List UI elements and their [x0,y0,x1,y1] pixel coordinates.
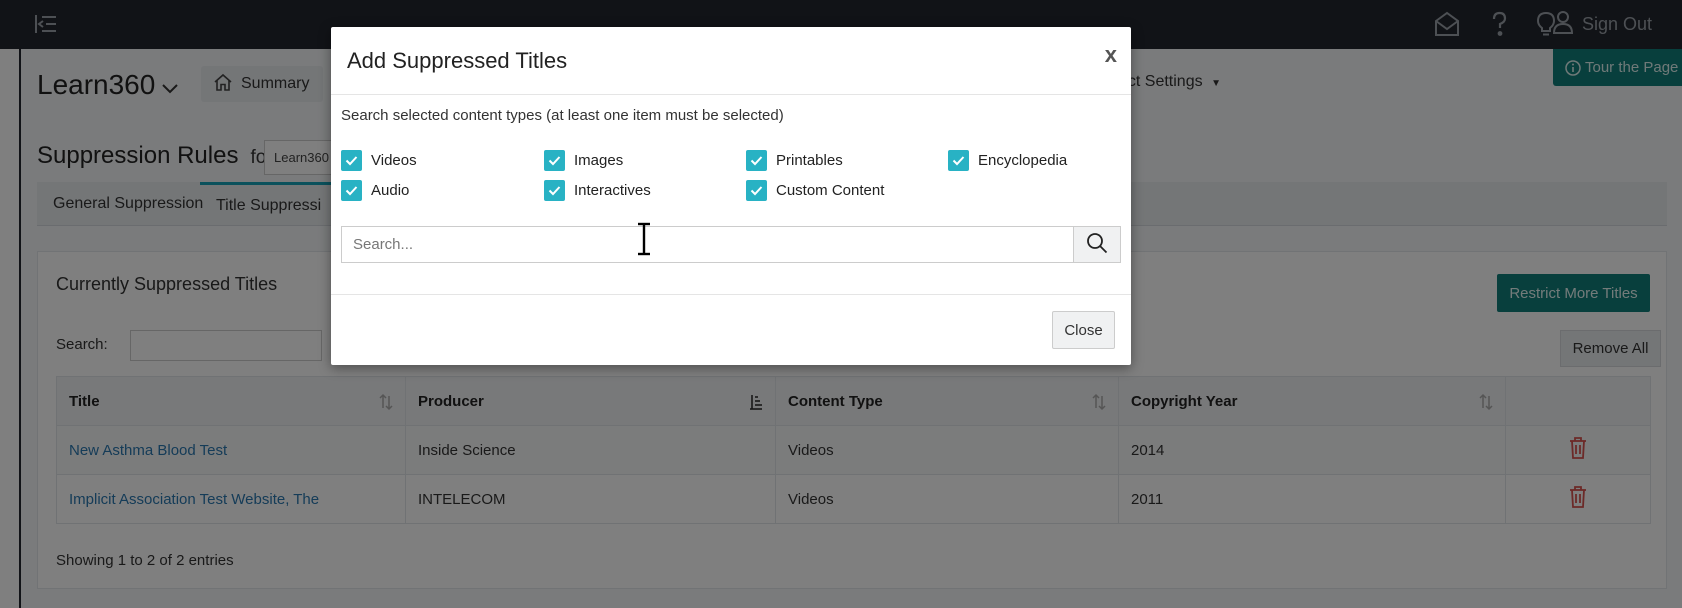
checkbox-custom-content[interactable]: Custom Content [746,180,884,201]
checkbox-images[interactable]: Images [544,150,623,171]
content-type-instruction: Search selected content types (at least … [341,107,784,124]
search-button[interactable] [1074,226,1121,263]
modal-header: Add Suppressed Titles x [331,27,1131,95]
checkbox-label: Videos [371,152,417,169]
text-cursor-icon [636,222,652,256]
close-icon[interactable]: x [1105,44,1117,66]
search-icon [1086,232,1108,258]
checkbox-label: Printables [776,152,843,169]
checkbox-printables[interactable]: Printables [746,150,843,171]
checkbox-interactives[interactable]: Interactives [544,180,651,201]
checkbox-audio[interactable]: Audio [341,180,409,201]
checkbox-label: Custom Content [776,182,885,199]
checkmark-icon [341,180,362,201]
checkmark-icon [544,150,565,171]
checkbox-label: Audio [371,182,410,199]
checkbox-label: Encyclopedia [978,152,1068,169]
checkbox-encyclopedia[interactable]: Encyclopedia [948,150,1067,171]
close-button[interactable]: Close [1052,311,1115,349]
add-suppressed-titles-modal: Add Suppressed Titles x Search selected … [331,27,1131,365]
checkbox-label: Images [574,152,624,169]
modal-title: Add Suppressed Titles [347,48,568,73]
checkmark-icon [341,150,362,171]
title-search-input[interactable] [341,226,1074,263]
checkmark-icon [746,150,767,171]
checkbox-videos[interactable]: Videos [341,150,417,171]
checkmark-icon [544,180,565,201]
checkmark-icon [948,150,969,171]
checkmark-icon [746,180,767,201]
modal-footer-divider [331,294,1131,295]
checkbox-label: Interactives [574,182,651,199]
